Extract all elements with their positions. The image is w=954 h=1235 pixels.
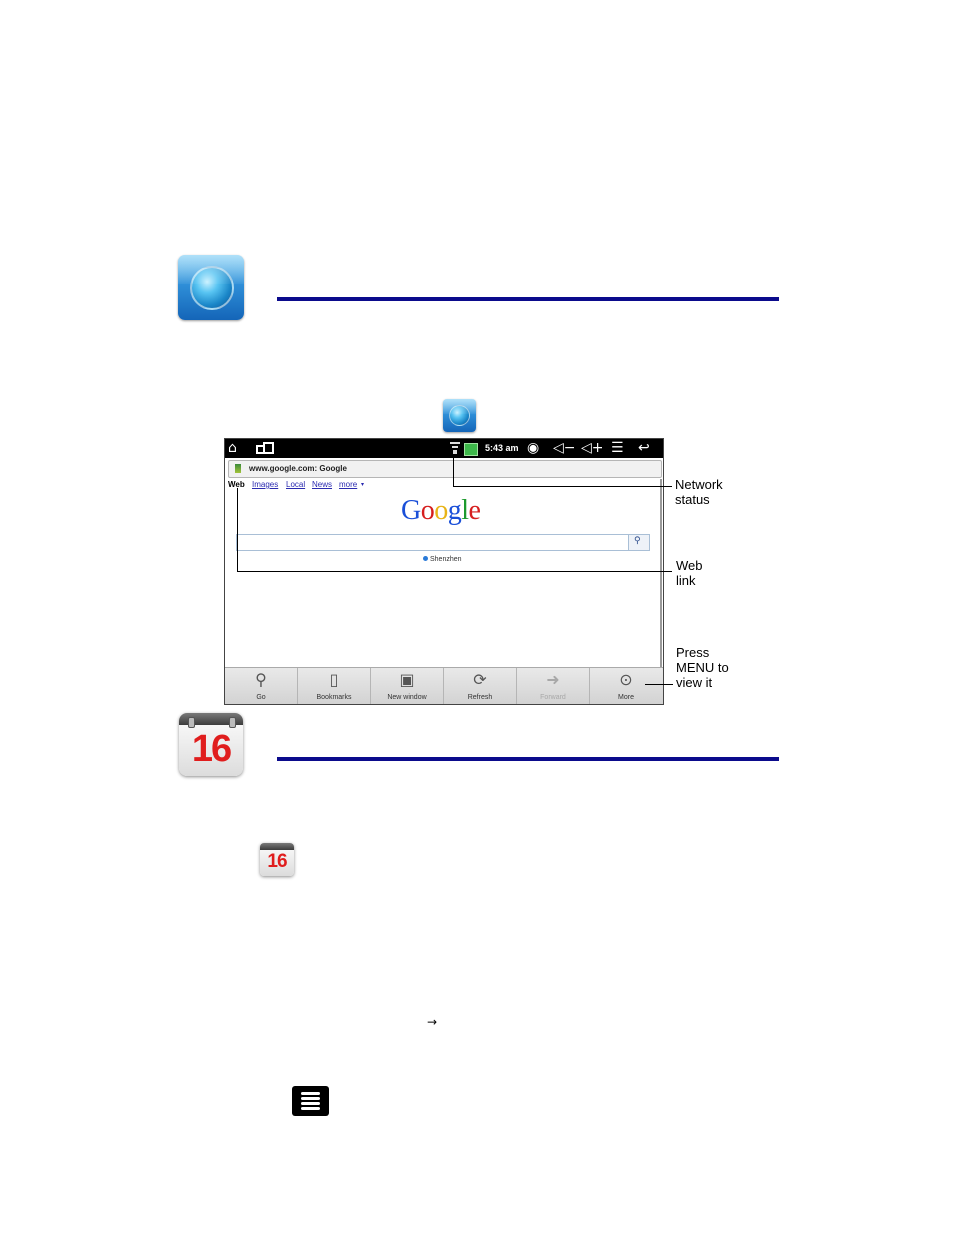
menu-go[interactable]: ⚲ Go — [225, 668, 298, 704]
back-icon[interactable]: ↩ — [638, 439, 650, 458]
google-search-input[interactable] — [236, 534, 630, 551]
battery-icon — [464, 443, 478, 456]
location-dot-icon — [423, 556, 428, 561]
menu-key-icon — [292, 1086, 329, 1116]
callout-line — [237, 488, 238, 572]
menu-new-window[interactable]: ▣ New window — [371, 668, 444, 704]
menu-bookmarks[interactable]: ▯ Bookmarks — [298, 668, 371, 704]
volume-up-icon[interactable]: ◁+ — [581, 439, 604, 458]
nav-link-local[interactable]: Local — [286, 480, 305, 490]
nav-link-more[interactable]: more — [339, 480, 357, 490]
new-window-icon: ▣ — [399, 670, 415, 689]
google-letter: o — [420, 495, 435, 526]
location-label[interactable]: Shenzhen — [423, 556, 462, 563]
scrollbar[interactable] — [660, 479, 662, 667]
status-time: 5:43 am — [485, 443, 519, 453]
calendar-section-rule — [277, 757, 779, 761]
home-icon[interactable]: ⌂ — [228, 439, 237, 458]
nav-link-images[interactable]: Images — [252, 480, 278, 490]
google-letter: e — [468, 495, 481, 526]
callout-line — [453, 486, 672, 487]
calendar-inline-number: 16 — [267, 851, 287, 872]
menu-more[interactable]: ⊙ More — [590, 668, 662, 704]
menu-refresh[interactable]: ⟳ Refresh — [444, 668, 517, 704]
url-bar[interactable]: www.google.com: Google — [228, 460, 662, 478]
eye-icon[interactable]: ◉ — [527, 439, 539, 458]
google-letter: o — [434, 495, 448, 526]
browser-section-rule — [277, 297, 779, 301]
callout-line — [237, 571, 672, 572]
browser-inline-icon — [443, 399, 476, 432]
menu-icon[interactable]: ☰ — [611, 439, 624, 458]
options-menu: ⚲ Go ▯ Bookmarks ▣ New window ⟳ Refresh … — [225, 667, 663, 704]
google-letter: G — [401, 495, 421, 526]
callout-line — [453, 457, 454, 487]
calendar-app-icon: 16 — [179, 713, 243, 776]
site-favicon-icon — [235, 464, 241, 473]
menu-forward[interactable]: ➜ Forward — [517, 668, 590, 704]
magnifier-icon: ⚲ — [255, 670, 267, 689]
arrow-icon: → — [427, 1015, 438, 1029]
press-menu-callout: Press MENU to view it — [676, 645, 729, 690]
callout-line — [645, 684, 673, 685]
wifi-icon — [450, 442, 460, 455]
volume-down-icon[interactable]: ◁− — [553, 439, 576, 458]
google-letter: g — [447, 495, 462, 526]
calendar-icon-number: 16 — [191, 728, 232, 770]
nav-link-news[interactable]: News — [312, 480, 332, 490]
search-button[interactable]: ⚲ — [628, 534, 650, 551]
network-status-callout: Network status — [675, 477, 723, 507]
calendar-inline-icon: 16 — [260, 843, 294, 876]
more-circle-icon: ⊙ — [619, 670, 633, 689]
recent-apps-icon[interactable] — [256, 442, 274, 455]
forward-arrow-icon: ➜ — [546, 670, 560, 689]
web-link-callout: Web link — [676, 558, 703, 588]
status-bar: ⌂ 5:43 am ◉ ◁− ◁+ ☰ ↩ — [225, 439, 663, 458]
bookmark-icon: ▯ — [329, 670, 339, 689]
refresh-icon: ⟳ — [473, 670, 487, 689]
search-icon: ⚲ — [634, 536, 641, 546]
browser-app-icon — [178, 255, 244, 320]
google-letter: l — [461, 495, 469, 526]
google-logo: Google — [401, 495, 481, 527]
more-dropdown-icon[interactable]: ▾ — [361, 481, 364, 488]
url-text: www.google.com: Google — [249, 464, 347, 473]
